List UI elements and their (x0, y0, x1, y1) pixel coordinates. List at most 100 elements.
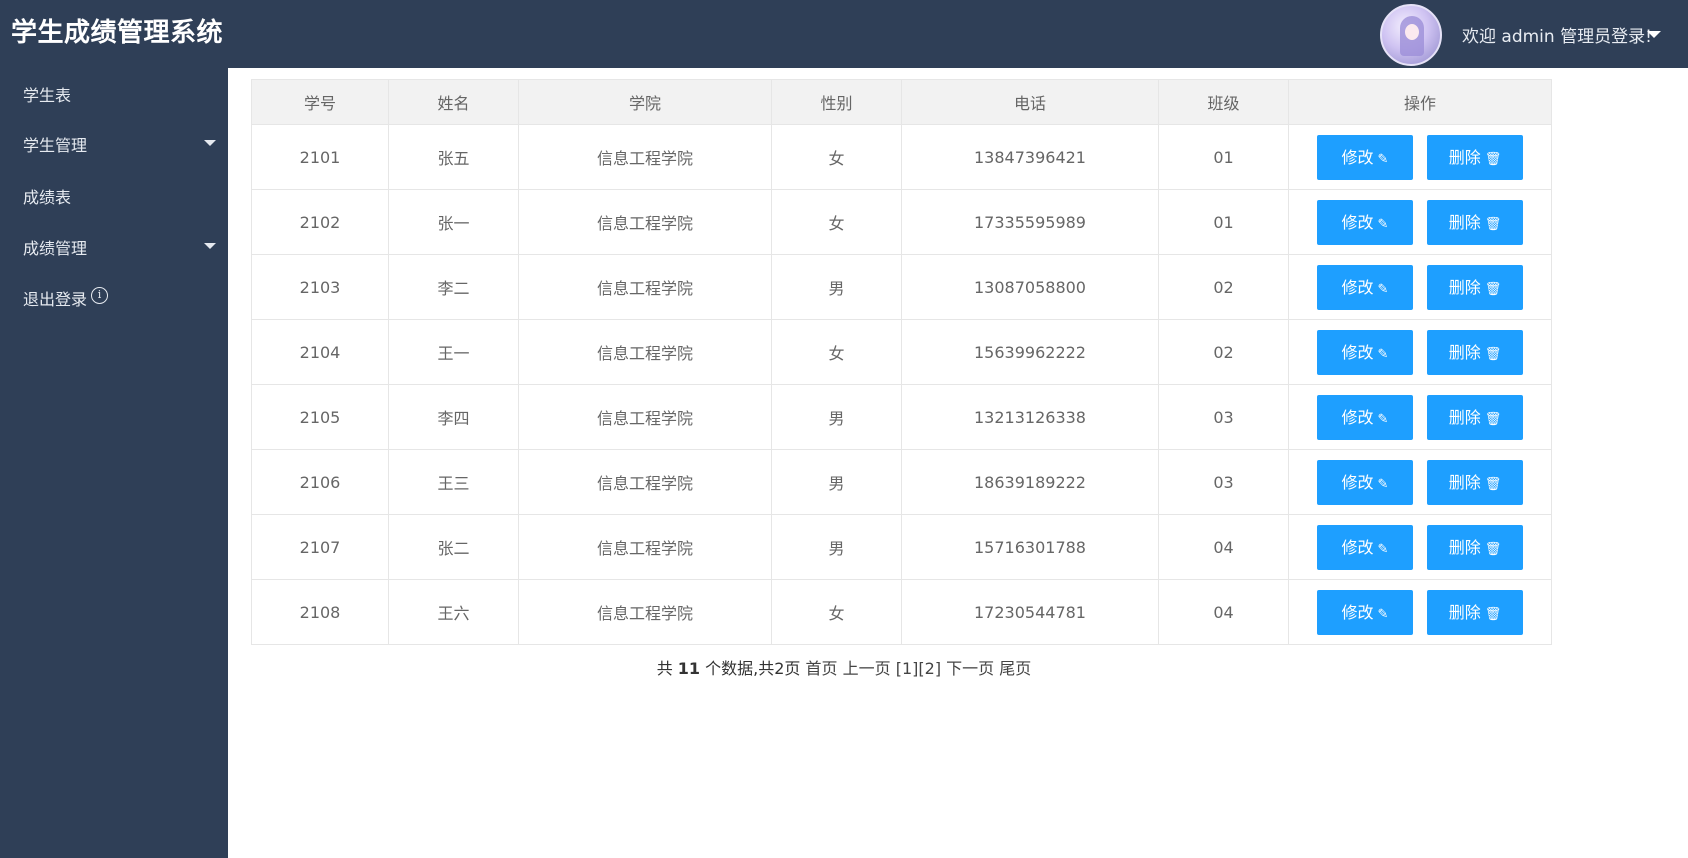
edit-button[interactable]: 修改 ✎ (1317, 459, 1413, 505)
cell-name: 李二 (388, 254, 519, 320)
trash-icon: 🗑 (1484, 541, 1502, 557)
edit-icon: ✎ (1377, 476, 1389, 492)
cell-college: 信息工程学院 (518, 124, 772, 190)
sidebar-item-label: 退出登录 (23, 290, 88, 309)
cell-actions: 修改 ✎ 删除 🗑 (1288, 319, 1552, 385)
cell-phone: 13847396421 (901, 124, 1159, 190)
cell-name: 张二 (388, 514, 519, 580)
chevron-down-icon[interactable] (1647, 31, 1661, 38)
column-header: 学号 (251, 79, 389, 125)
cell-student-id: 2107 (251, 514, 389, 580)
delete-button[interactable]: 删除 🗑 (1427, 329, 1523, 375)
sidebar-item-label: 成绩管理 (23, 239, 88, 258)
sidebar-item-label: 学生管理 (23, 136, 88, 155)
delete-button[interactable]: 删除 🗑 (1427, 524, 1523, 570)
table-row: 2102 张一 信息工程学院女 17335595989 01 修改 ✎ 删除 🗑 (251, 189, 1552, 255)
cell-phone: 13087058800 (901, 254, 1159, 320)
cell-phone: 18639189222 (901, 449, 1159, 515)
first-page-link[interactable]: 首页 (806, 659, 838, 678)
edit-button-label: 修改 (1341, 212, 1374, 232)
cell-actions: 修改 ✎ 删除 🗑 (1288, 449, 1552, 515)
delete-button-label: 删除 (1448, 147, 1481, 167)
edit-button[interactable]: 修改 ✎ (1317, 329, 1413, 375)
cell-class: 03 (1158, 449, 1289, 515)
sidebar-item-score-management[interactable]: 成绩管理 (0, 221, 228, 271)
delete-button[interactable]: 删除 🗑 (1427, 394, 1523, 440)
cell-college: 信息工程学院 (518, 384, 772, 450)
table-row: 2103 李二 信息工程学院男 13087058800 02 修改 ✎ 删除 🗑 (251, 254, 1552, 320)
edit-button[interactable]: 修改 ✎ (1317, 264, 1413, 310)
edit-icon: ✎ (1377, 151, 1389, 167)
welcome-text[interactable]: 欢迎 admin 管理员登录! (1462, 22, 1652, 47)
cell-gender: 男 (771, 384, 902, 450)
delete-button-label: 删除 (1448, 602, 1481, 622)
last-page-link[interactable]: 尾页 (999, 659, 1031, 678)
cell-college: 信息工程学院 (518, 514, 772, 580)
avatar[interactable] (1380, 4, 1442, 66)
edit-button-label: 修改 (1341, 407, 1374, 427)
next-page-link[interactable]: 下一页 (946, 659, 994, 678)
column-header: 电话 (901, 79, 1159, 125)
column-header: 性别 (771, 79, 902, 125)
cell-name: 张一 (388, 189, 519, 255)
edit-button[interactable]: 修改 ✎ (1317, 134, 1413, 180)
cell-gender: 男 (771, 449, 902, 515)
sidebar-item-student-management[interactable]: 学生管理 (0, 118, 228, 168)
delete-button-label: 删除 (1448, 407, 1481, 427)
edit-icon: ✎ (1377, 606, 1389, 622)
edit-button-label: 修改 (1341, 537, 1374, 557)
cell-student-id: 2108 (251, 579, 389, 645)
delete-button-label: 删除 (1448, 212, 1481, 232)
delete-button-label: 删除 (1448, 342, 1481, 362)
cell-student-id: 2103 (251, 254, 389, 320)
delete-button[interactable]: 删除 🗑 (1427, 589, 1523, 635)
prev-page-link[interactable]: 上一页 (843, 659, 891, 678)
cell-name: 王六 (388, 579, 519, 645)
trash-icon: 🗑 (1484, 346, 1502, 362)
cell-class: 03 (1158, 384, 1289, 450)
sidebar-item-student-table[interactable]: 学生表 (0, 68, 228, 118)
cell-gender: 男 (771, 254, 902, 320)
edit-icon: ✎ (1377, 541, 1389, 557)
cell-phone: 17335595989 (901, 189, 1159, 255)
caret-down-icon (204, 243, 216, 249)
cell-gender: 女 (771, 579, 902, 645)
sidebar-item-score-table[interactable]: 成绩表 (0, 170, 228, 220)
table-body: 2101 张五 信息工程学院女 13847396421 01 修改 ✎ 删除 🗑 2102 张一 信息… (251, 124, 1552, 645)
cell-college: 信息工程学院 (518, 579, 772, 645)
pagination-summary: 个数据,共2页 (700, 659, 801, 678)
delete-button[interactable]: 删除 🗑 (1427, 459, 1523, 505)
cell-actions: 修改 ✎ 删除 🗑 (1288, 384, 1552, 450)
edit-icon: ✎ (1377, 281, 1389, 297)
cell-name: 王三 (388, 449, 519, 515)
sidebar-item-logout[interactable]: 退出登录 i (0, 272, 228, 322)
student-table: 学号 姓名 学院 性别 电话 班级 操作 2101 张五 信息工程学院女 138473… (251, 79, 1552, 645)
table-row: 2104 王一 信息工程学院女 15639962222 02 修改 ✎ 删除 🗑 (251, 319, 1552, 385)
delete-button-label: 删除 (1448, 277, 1481, 297)
cell-gender: 女 (771, 124, 902, 190)
cell-student-id: 2104 (251, 319, 389, 385)
cell-college: 信息工程学院 (518, 189, 772, 255)
table-row: 2108 王六 信息工程学院女 17230544781 04 修改 ✎ 删除 🗑 (251, 579, 1552, 645)
sidebar-item-label: 成绩表 (23, 188, 72, 207)
delete-button[interactable]: 删除 🗑 (1427, 199, 1523, 245)
trash-icon: 🗑 (1484, 216, 1502, 232)
edit-button[interactable]: 修改 ✎ (1317, 394, 1413, 440)
delete-button[interactable]: 删除 🗑 (1427, 134, 1523, 180)
page-number-links[interactable]: [1][2] (896, 659, 941, 678)
column-header: 学院 (518, 79, 772, 125)
pagination-prefix: 共 (656, 659, 678, 678)
edit-button[interactable]: 修改 ✎ (1317, 199, 1413, 245)
cell-name: 王一 (388, 319, 519, 385)
cell-college: 信息工程学院 (518, 254, 772, 320)
edit-icon: ✎ (1377, 346, 1389, 362)
cell-class: 04 (1158, 514, 1289, 580)
delete-button[interactable]: 删除 🗑 (1427, 264, 1523, 310)
cell-college: 信息工程学院 (518, 319, 772, 385)
cell-class: 01 (1158, 124, 1289, 190)
cell-class: 04 (1158, 579, 1289, 645)
cell-student-id: 2101 (251, 124, 389, 190)
edit-button[interactable]: 修改 ✎ (1317, 589, 1413, 635)
edit-button[interactable]: 修改 ✎ (1317, 524, 1413, 570)
caret-down-icon (204, 140, 216, 146)
